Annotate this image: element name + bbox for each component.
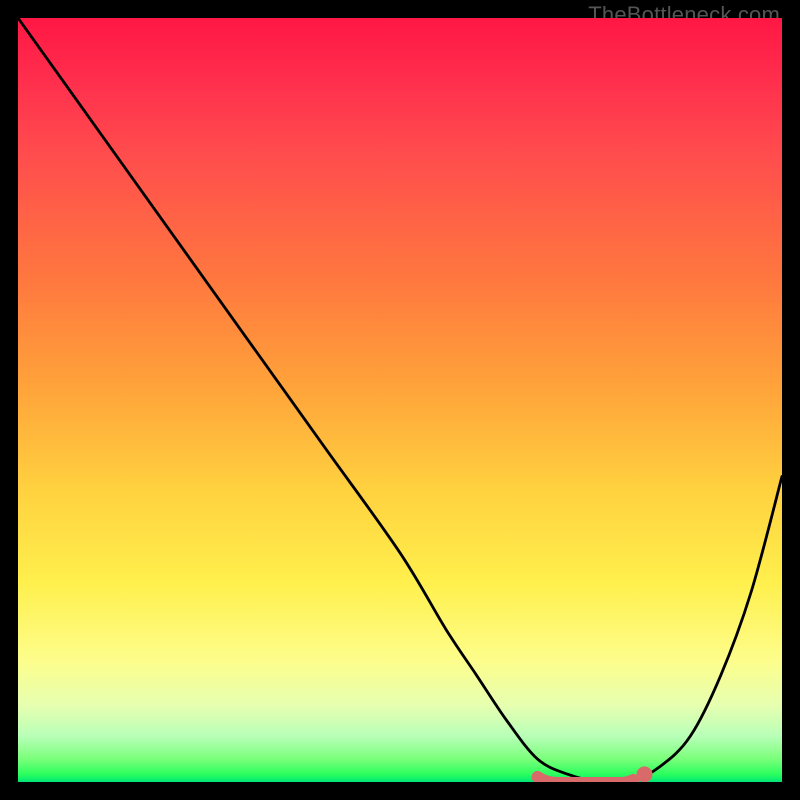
chart-frame: [18, 18, 782, 782]
chart-gradient-background: [18, 18, 782, 782]
